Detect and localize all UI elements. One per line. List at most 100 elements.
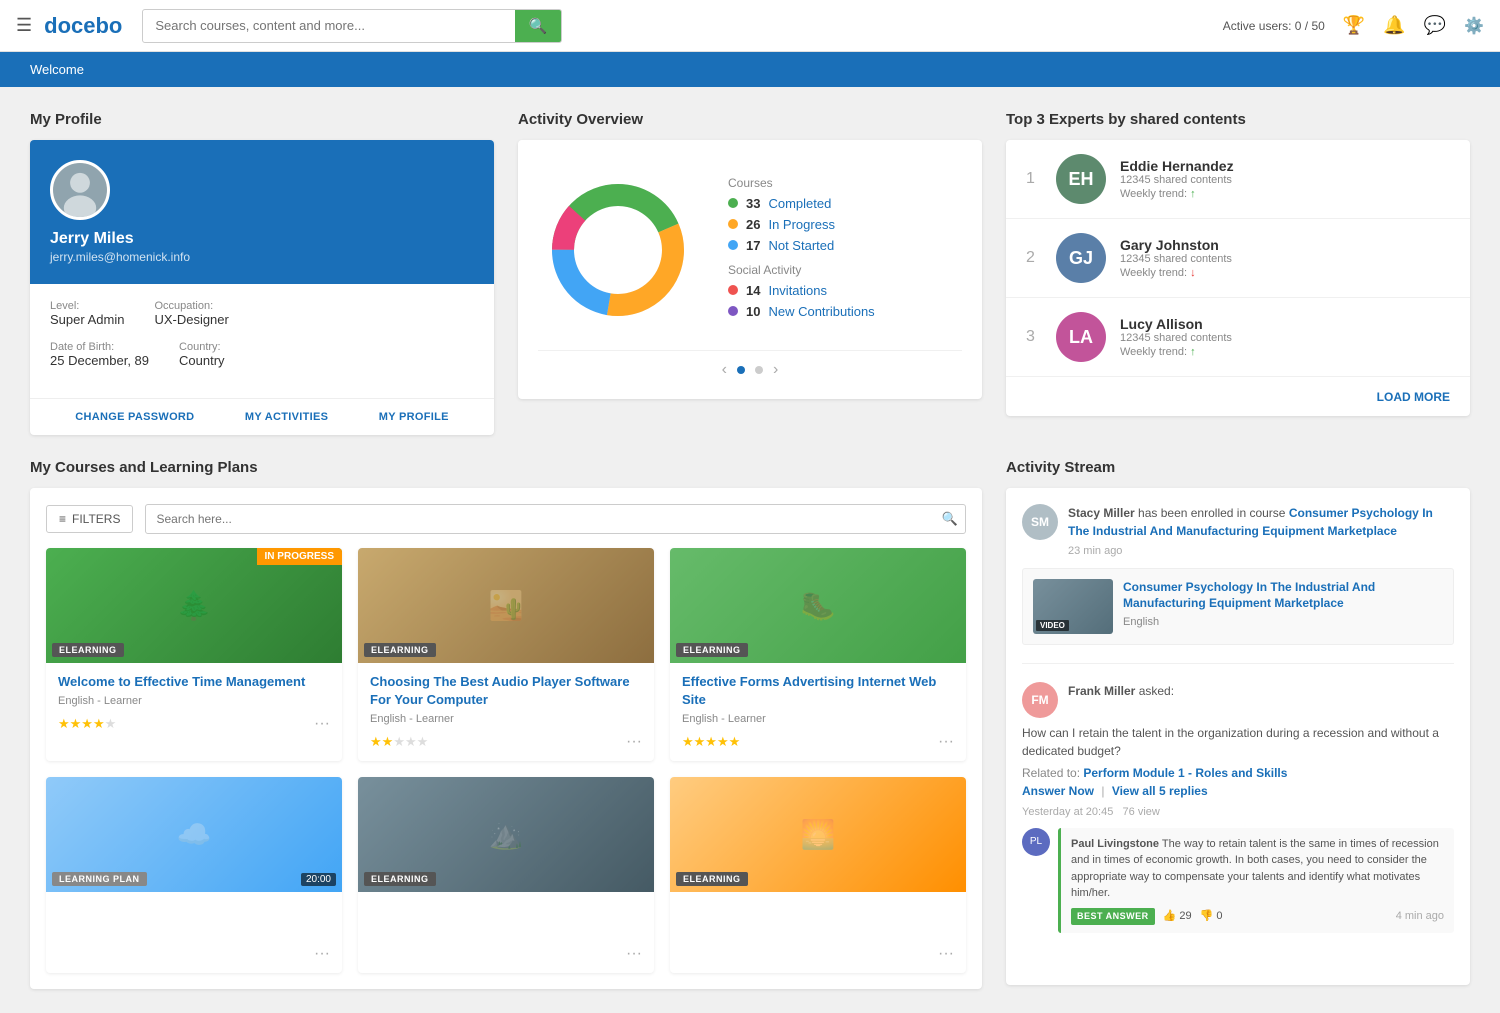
course-tag-4: LEARNING PLAN: [52, 872, 147, 886]
expert-item-3: 3 LA Lucy Allison 12345 shared contents …: [1006, 298, 1470, 377]
stream-preview-title-1[interactable]: Consumer Psychology In The Industrial An…: [1123, 579, 1443, 613]
carousel-dot-1[interactable]: [737, 366, 745, 374]
profile-email: jerry.miles@homenick.info: [50, 250, 190, 264]
course-thumbnail-3: 🥾 ELEARNING: [670, 548, 966, 663]
course-more-1[interactable]: ···: [314, 715, 330, 733]
thumbs-up-count: 29: [1179, 908, 1191, 925]
course-title-6[interactable]: [682, 902, 954, 920]
related-label: Related to:: [1022, 766, 1083, 780]
my-activities-link[interactable]: MY ACTIVITIES: [245, 411, 328, 423]
stream-text-2: Frank Miller asked:: [1068, 682, 1454, 718]
course-more-2[interactable]: ···: [626, 733, 642, 751]
course-card-5: ⛰️ ELEARNING ···: [358, 777, 654, 972]
change-password-link[interactable]: CHANGE PASSWORD: [75, 411, 194, 423]
courses-search-icon: 🔍: [942, 511, 958, 527]
course-footer-3: ★★★★★ ···: [682, 733, 954, 751]
thumbs-down-icon: 👎: [1200, 908, 1214, 925]
menu-icon[interactable]: ☰: [16, 15, 32, 36]
legend-not-started: 17 Not Started: [728, 238, 962, 253]
not-started-dot: [728, 240, 738, 250]
course-title-4[interactable]: [58, 902, 330, 920]
search-button[interactable]: 🔍: [515, 10, 562, 42]
course-title-5[interactable]: [370, 902, 642, 920]
contributions-count: 10: [746, 304, 760, 319]
stream-action-1: has been enrolled in course: [1138, 506, 1289, 520]
course-title-2[interactable]: Choosing The Best Audio Player Software …: [370, 673, 642, 709]
courses-search: 🔍: [145, 504, 966, 534]
expert-avatar-2: GJ: [1056, 233, 1106, 283]
profile-section: My Profile Jerry Miles jerry.miles@homen…: [30, 111, 494, 435]
search-bar: 🔍: [142, 9, 562, 43]
my-profile-link[interactable]: MY PROFILE: [379, 411, 449, 423]
filters-button[interactable]: ≡ FILTERS: [46, 505, 133, 533]
best-answer-badge: BEST ANSWER: [1071, 908, 1155, 926]
contributions-label: New Contributions: [768, 304, 874, 319]
social-label: Social Activity: [728, 263, 962, 277]
chat-icon[interactable]: 💬: [1424, 15, 1446, 36]
stream-header-2: FM Frank Miller asked:: [1022, 682, 1454, 718]
course-tag-3: ELEARNING: [676, 643, 748, 657]
profile-details: Level: Super Admin Occupation: UX-Design…: [30, 284, 494, 398]
expert-trend-2: Weekly trend: ↓: [1120, 267, 1450, 279]
course-more-5[interactable]: ···: [626, 945, 642, 963]
course-footer-6: ···: [682, 945, 954, 963]
course-title-3[interactable]: Effective Forms Advertising Internet Web…: [682, 673, 954, 709]
course-stars-3: ★★★★★: [682, 734, 740, 750]
course-thumbnail-1: 🌲 IN PROGRESS ELEARNING: [46, 548, 342, 663]
related-link[interactable]: Perform Module 1 - Roles and Skills: [1083, 766, 1287, 780]
expert-shared-2: 12345 shared contents: [1120, 253, 1450, 265]
expert-shared-1: 12345 shared contents: [1120, 174, 1450, 186]
course-card-6: 🌅 ELEARNING ···: [670, 777, 966, 972]
expert-shared-3: 12345 shared contents: [1120, 332, 1450, 344]
stream-meta: Yesterday at 20:45 76 view: [1022, 806, 1454, 818]
carousel-next[interactable]: ›: [773, 361, 778, 379]
welcome-label: Welcome: [30, 62, 84, 77]
level-value: Super Admin: [50, 312, 124, 327]
profile-level-field: Level: Super Admin: [50, 300, 124, 327]
settings-icon[interactable]: ⚙️: [1464, 16, 1484, 36]
courses-search-input[interactable]: [145, 504, 966, 534]
profile-card: Jerry Miles jerry.miles@homenick.info Le…: [30, 140, 494, 435]
thumbs-up-icon: 👍: [1163, 908, 1177, 925]
invitations-count: 14: [746, 283, 760, 298]
level-label: Level:: [50, 300, 124, 312]
load-more: LOAD MORE: [1006, 377, 1470, 416]
donut-chart: [538, 170, 698, 330]
legend-in-progress: 26 In Progress: [728, 217, 962, 232]
profile-dob-field: Date of Birth: 25 December, 89: [50, 341, 149, 368]
country-value: Country: [179, 353, 225, 368]
course-more-3[interactable]: ···: [938, 733, 954, 751]
profile-occupation-field: Occupation: UX-Designer: [154, 300, 228, 327]
separator: |: [1101, 784, 1107, 798]
course-thumbnail-2: 🏜️ ELEARNING: [358, 548, 654, 663]
load-more-link[interactable]: LOAD MORE: [1377, 390, 1450, 404]
notifications-icon[interactable]: 🔔: [1383, 15, 1405, 36]
carousel-dot-2[interactable]: [755, 366, 763, 374]
thumbs-down-btn[interactable]: 👎 0: [1200, 908, 1223, 925]
course-info-3: Effective Forms Advertising Internet Web…: [670, 663, 966, 761]
carousel-prev[interactable]: ‹: [722, 361, 727, 379]
answer-now-link[interactable]: Answer Now: [1022, 784, 1094, 798]
search-input[interactable]: [143, 11, 514, 40]
course-more-6[interactable]: ···: [938, 945, 954, 963]
course-tag-6: ELEARNING: [676, 872, 748, 886]
experts-section: Top 3 Experts by shared contents 1 EH Ed…: [1006, 111, 1470, 435]
course-tag-5: ELEARNING: [364, 872, 436, 886]
profile-row-2: Date of Birth: 25 December, 89 Country: …: [50, 341, 474, 368]
expert-rank-2: 2: [1026, 249, 1042, 267]
expert-info-2: Gary Johnston 12345 shared contents Week…: [1120, 237, 1450, 279]
view-replies-link[interactable]: View all 5 replies: [1112, 784, 1208, 798]
courses-card: ≡ FILTERS 🔍 🌲 IN PROGRESS ELEARNING: [30, 488, 982, 989]
course-tag-1: ELEARNING: [52, 643, 124, 657]
expert-rank-1: 1: [1026, 170, 1042, 188]
course-lang-2: English - Learner: [370, 713, 642, 725]
profile-country-field: Country: Country: [179, 341, 225, 368]
completed-count: 33: [746, 196, 760, 211]
course-title-1[interactable]: Welcome to Effective Time Management: [58, 673, 330, 691]
trophy-icon[interactable]: 🏆: [1343, 15, 1365, 36]
courses-section-title: My Courses and Learning Plans: [30, 459, 982, 476]
profile-avatar: [50, 160, 110, 220]
thumbs-up-btn[interactable]: 👍 29: [1163, 908, 1192, 925]
course-more-4[interactable]: ···: [314, 945, 330, 963]
legend-contributions: 10 New Contributions: [728, 304, 962, 319]
